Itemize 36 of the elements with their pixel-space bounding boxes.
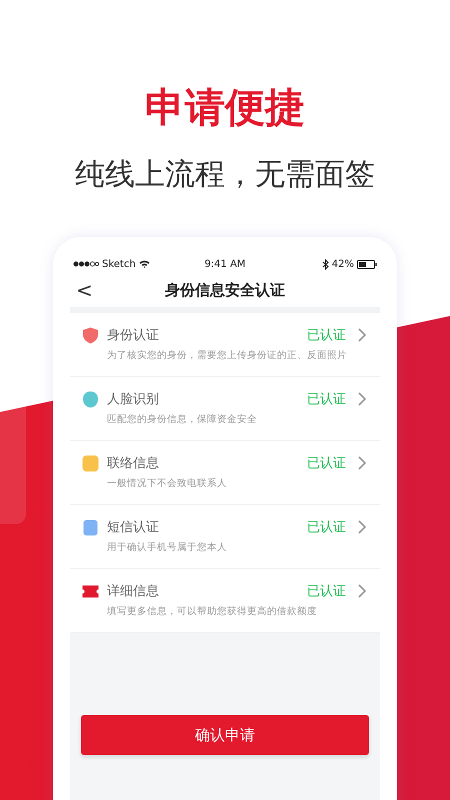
back-button[interactable]: < (72, 278, 97, 302)
signal-icon (73, 261, 99, 267)
chevron-icon (358, 456, 366, 470)
bluetooth-icon (322, 258, 329, 270)
screen-title: 身份信息安全认证 (165, 280, 285, 300)
item-description: 一般情况下不会致电联系人 (107, 477, 228, 490)
item-title: 身份认证 (107, 327, 160, 344)
headline: 申请便捷 (145, 84, 305, 132)
item-description: 用于确认手机号属于您本人 (107, 541, 228, 554)
chevron-icon (358, 328, 366, 342)
item-description: 为了核实您的身份，需要您上传身份证的正、反面照片 (107, 349, 348, 362)
verification-item[interactable]: 人脸识别 已认证 匹配您的身份信息，保障资金安全 (70, 377, 380, 441)
wifi-icon (138, 260, 150, 268)
item-description: 填写更多信息，可以帮助您获得更高的借款额度 (107, 605, 318, 618)
verified-status: 已认证 (307, 583, 346, 600)
verified-status: 已认证 (307, 327, 346, 344)
clock-time: 9:41 AM (204, 258, 246, 270)
verification-item[interactable]: 短信认证 已认证 用于确认手机号属于您本人 (70, 505, 380, 569)
item-title: 详细信息 (107, 583, 160, 600)
chevron-icon (358, 520, 366, 534)
battery-percent: 42% (332, 258, 354, 270)
verification-item[interactable]: 身份认证 已认证 为了核实您的身份，需要您上传身份证的正、反面照片 (70, 313, 380, 377)
verified-status: 已认证 (307, 455, 346, 472)
item-description: 匹配您的身份信息，保障资金安全 (107, 413, 258, 426)
carrier-name: Sketch (102, 258, 136, 270)
item-title: 人脸识别 (107, 391, 160, 408)
battery-icon (356, 260, 377, 268)
chevron-icon (358, 392, 366, 406)
chevron-icon (358, 584, 366, 598)
item-title: 联络信息 (107, 455, 160, 472)
subtitle: 纯线上流程，无需面签 (75, 156, 375, 194)
confirm-button[interactable]: 确认申请 (81, 715, 369, 755)
verified-status: 已认证 (307, 391, 346, 408)
verification-item[interactable]: 联络信息 已认证 一般情况下不会致电联系人 (70, 441, 380, 505)
verified-status: 已认证 (307, 519, 346, 536)
item-title: 短信认证 (107, 519, 160, 536)
